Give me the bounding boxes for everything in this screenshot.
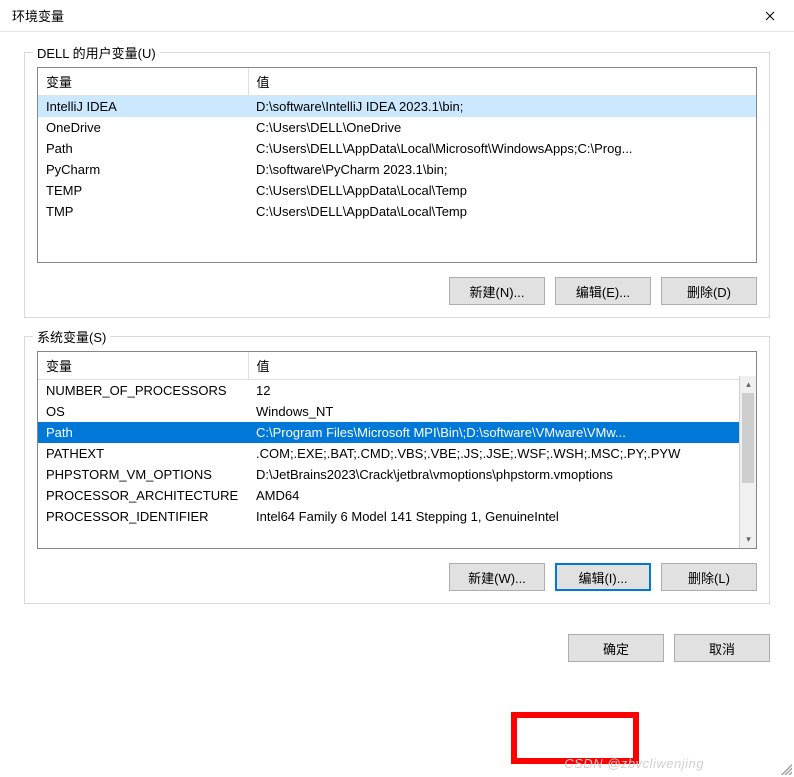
cancel-button[interactable]: 取消 — [674, 634, 770, 662]
user-buttons-row: 新建(N)... 编辑(E)... 删除(D) — [37, 277, 757, 305]
cell-value: D:\software\IntelliJ IDEA 2023.1\bin; — [248, 96, 756, 118]
table-row[interactable]: OneDriveC:\Users\DELL\OneDrive — [38, 117, 756, 138]
cell-value: C:\Users\DELL\AppData\Local\Temp — [248, 201, 756, 222]
watermark-text: CSDN @zbvcliwenjing — [564, 756, 704, 771]
cell-variable: OS — [38, 401, 248, 422]
cell-value: D:\JetBrains2023\Crack\jetbra\vmoptions\… — [248, 464, 739, 485]
user-edit-button[interactable]: 编辑(E)... — [555, 277, 651, 305]
table-row[interactable]: PROCESSOR_ARCHITECTUREAMD64 — [38, 485, 739, 506]
system-variables-group: 系统变量(S) 变量 值 NUMBER_OF_PROCESSORS12OSWin… — [24, 336, 770, 604]
titlebar: 环境变量 — [0, 0, 794, 32]
cell-value: C:\Program Files\Microsoft MPI\Bin\;D:\s… — [248, 422, 739, 443]
table-row[interactable]: PHPSTORM_VM_OPTIONSD:\JetBrains2023\Crac… — [38, 464, 739, 485]
table-row[interactable]: IntelliJ IDEAD:\software\IntelliJ IDEA 2… — [38, 96, 756, 118]
close-icon — [765, 11, 775, 21]
close-button[interactable] — [750, 2, 790, 30]
cell-value: C:\Users\DELL\AppData\Local\Temp — [248, 180, 756, 201]
system-table-scrollbar[interactable]: ▴ ▾ — [739, 376, 756, 548]
user-col-variable[interactable]: 变量 — [38, 68, 248, 96]
cell-value: C:\Users\DELL\OneDrive — [248, 117, 756, 138]
cell-variable: TMP — [38, 201, 248, 222]
window-title: 环境变量 — [12, 6, 750, 25]
sys-col-variable[interactable]: 变量 — [38, 352, 248, 380]
scroll-up-icon[interactable]: ▴ — [740, 376, 757, 393]
table-row[interactable]: TMPC:\Users\DELL\AppData\Local\Temp — [38, 201, 756, 222]
cell-variable: Path — [38, 138, 248, 159]
cell-variable: TEMP — [38, 180, 248, 201]
scroll-down-icon[interactable]: ▾ — [740, 531, 757, 548]
cell-value: D:\software\PyCharm 2023.1\bin; — [248, 159, 756, 180]
cell-variable: IntelliJ IDEA — [38, 96, 248, 118]
table-row[interactable]: NUMBER_OF_PROCESSORS12 — [38, 380, 739, 402]
table-row[interactable]: PROCESSOR_IDENTIFIERIntel64 Family 6 Mod… — [38, 506, 739, 527]
table-row[interactable]: PyCharmD:\software\PyCharm 2023.1\bin; — [38, 159, 756, 180]
cell-value: Windows_NT — [248, 401, 739, 422]
cell-value: C:\Users\DELL\AppData\Local\Microsoft\Wi… — [248, 138, 756, 159]
user-new-button[interactable]: 新建(N)... — [449, 277, 545, 305]
table-row[interactable]: OSWindows_NT — [38, 401, 739, 422]
sys-col-value[interactable]: 值 — [248, 352, 739, 380]
cell-variable: OneDrive — [38, 117, 248, 138]
table-row[interactable]: TEMPC:\Users\DELL\AppData\Local\Temp — [38, 180, 756, 201]
cell-value: AMD64 — [248, 485, 739, 506]
cell-variable: PyCharm — [38, 159, 248, 180]
cell-variable: Path — [38, 422, 248, 443]
cell-variable: PROCESSOR_ARCHITECTURE — [38, 485, 248, 506]
user-variables-legend: DELL 的用户变量(U) — [33, 43, 160, 62]
dialog-buttons-row: 确定 取消 — [0, 634, 794, 662]
system-variables-table-wrap: 变量 值 NUMBER_OF_PROCESSORS12OSWindows_NTP… — [37, 351, 757, 549]
table-row[interactable]: PATHEXT.COM;.EXE;.BAT;.CMD;.VBS;.VBE;.JS… — [38, 443, 739, 464]
ok-button[interactable]: 确定 — [568, 634, 664, 662]
user-variables-table[interactable]: 变量 值 IntelliJ IDEAD:\software\IntelliJ I… — [38, 68, 756, 222]
cell-value: 12 — [248, 380, 739, 402]
cell-value: Intel64 Family 6 Model 141 Stepping 1, G… — [248, 506, 739, 527]
user-col-value[interactable]: 值 — [248, 68, 756, 96]
system-variables-table[interactable]: 变量 值 NUMBER_OF_PROCESSORS12OSWindows_NTP… — [38, 352, 739, 527]
table-row[interactable]: PathC:\Program Files\Microsoft MPI\Bin\;… — [38, 422, 739, 443]
user-variables-table-wrap: 变量 值 IntelliJ IDEAD:\software\IntelliJ I… — [37, 67, 757, 263]
cell-variable: PROCESSOR_IDENTIFIER — [38, 506, 248, 527]
cell-variable: PATHEXT — [38, 443, 248, 464]
dialog-content: DELL 的用户变量(U) 变量 值 IntelliJ IDEAD:\softw… — [0, 32, 794, 630]
table-row[interactable]: PathC:\Users\DELL\AppData\Local\Microsof… — [38, 138, 756, 159]
resize-grip-icon[interactable] — [778, 761, 792, 775]
system-delete-button[interactable]: 删除(L) — [661, 563, 757, 591]
user-delete-button[interactable]: 删除(D) — [661, 277, 757, 305]
system-buttons-row: 新建(W)... 编辑(I)... 删除(L) — [37, 563, 757, 591]
system-variables-legend: 系统变量(S) — [33, 327, 110, 346]
system-new-button[interactable]: 新建(W)... — [449, 563, 545, 591]
cell-variable: NUMBER_OF_PROCESSORS — [38, 380, 248, 402]
scroll-thumb[interactable] — [742, 393, 754, 483]
cell-variable: PHPSTORM_VM_OPTIONS — [38, 464, 248, 485]
system-edit-button[interactable]: 编辑(I)... — [555, 563, 651, 591]
user-variables-group: DELL 的用户变量(U) 变量 值 IntelliJ IDEAD:\softw… — [24, 52, 770, 318]
cell-value: .COM;.EXE;.BAT;.CMD;.VBS;.VBE;.JS;.JSE;.… — [248, 443, 739, 464]
